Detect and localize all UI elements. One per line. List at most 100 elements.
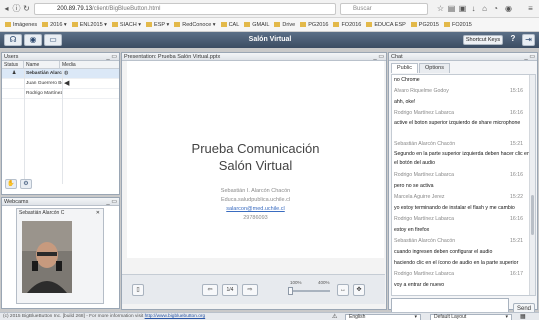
bookmark-item[interactable]: SIACH ▾ xyxy=(111,18,141,31)
next-slide-button[interactable]: ⇨ xyxy=(242,284,258,296)
slide-email-link[interactable]: salarcon@med.uchile.cl xyxy=(127,206,384,212)
chat-sender: Rodrigo Martínez Labarca 16:17 xyxy=(392,269,535,280)
bookmark-item[interactable]: CAL xyxy=(220,18,240,31)
presentation-panel: Presentation: Prueba Salón Virtual.pptx … xyxy=(121,52,387,310)
audio-icon[interactable]: ☊ xyxy=(4,34,22,46)
bookmark-label: PG2015 xyxy=(418,22,439,28)
bookmark-item[interactable]: FO2016 xyxy=(333,18,361,31)
extension-icon[interactable]: ◉ xyxy=(504,4,513,13)
presentation-title: Presentation: Prueba Salón Virtual.pptx … xyxy=(122,53,386,61)
chevron-down-icon: ▾ xyxy=(414,314,417,320)
lock-icon[interactable]: ▣ xyxy=(458,4,467,13)
shortcut-keys-button[interactable]: Shortcut Keys xyxy=(463,35,503,45)
address-bar[interactable]: 200.89.79.13/client/BigBlueButton.html xyxy=(34,3,336,15)
star-icon[interactable]: ☆ xyxy=(436,4,445,13)
chat-message: haciendo clic en el ícono de audio en la… xyxy=(394,260,519,266)
info-icon[interactable]: ⓘ xyxy=(12,4,21,13)
copyright-label: (c) 2015 BigBlueButton Inc. [build 268] … xyxy=(3,314,144,319)
bookmark-item[interactable]: Drive xyxy=(274,18,295,31)
layout-select[interactable]: Default Layout ▾ xyxy=(430,314,512,320)
desktop-share-icon[interactable]: ▭ xyxy=(44,34,62,46)
bookmark-item[interactable]: FO2015 xyxy=(443,18,472,31)
users-table-header: Status Name Media xyxy=(2,61,119,69)
chat-sender-name: Marcela Aguirre Jerez xyxy=(394,194,445,200)
bookmark-item[interactable]: Imágenes xyxy=(5,18,37,31)
language-select[interactable]: English ▾ xyxy=(345,314,421,320)
bookmark-item[interactable]: ENL2015 ▾ xyxy=(71,18,107,31)
menu-icon[interactable]: ≡ xyxy=(526,4,535,13)
bookmark-item[interactable]: RedConoce ▾ xyxy=(174,18,216,31)
help-button[interactable]: ? xyxy=(507,34,519,46)
bookmark-item[interactable]: ESP ▾ xyxy=(146,18,169,31)
bookmark-item[interactable]: PG2015 xyxy=(410,18,439,31)
presentation-toolbar: ▯ ⇦ 1/4 ⇨ 100% 400% ↔ ✥ xyxy=(122,274,385,304)
col-name[interactable]: Name xyxy=(24,61,60,68)
logout-icon[interactable]: ⇥ xyxy=(522,34,535,46)
chat-message: voy a entrar de nuevo xyxy=(394,282,445,288)
gear-icon xyxy=(5,22,11,27)
webcams-title-text: Webcams xyxy=(4,199,29,205)
upload-icon[interactable]: ▯ xyxy=(132,284,144,296)
zoom-slider[interactable] xyxy=(288,287,330,295)
settings-icon[interactable]: ⚙ xyxy=(20,179,32,189)
chat-timestamp: 16:16 xyxy=(510,216,523,222)
user-name: Sebastián Alarcón C xyxy=(26,71,62,76)
reload-icon[interactable]: ↻ xyxy=(22,4,31,13)
webcams-panel: Webcams _ ▭ Sebastián Alarcón C ✕ xyxy=(1,197,120,309)
minimize-icon[interactable]: _ ▭ xyxy=(106,198,117,206)
prev-slide-button[interactable]: ⇦ xyxy=(202,284,218,296)
bookmark-label: CAL xyxy=(228,22,240,28)
zoom-slider-handle[interactable] xyxy=(288,287,293,295)
tab-options[interactable]: Options xyxy=(418,63,450,73)
pocket-icon[interactable]: ◔ xyxy=(491,4,500,13)
chat-message: Segundo en la parte superior izquierda d… xyxy=(394,151,530,166)
bookmark-item[interactable]: GMAIL xyxy=(244,18,269,31)
col-media[interactable]: Media xyxy=(60,61,90,68)
download-icon[interactable]: ↓ xyxy=(469,4,478,13)
chat-timestamp: 15:21 xyxy=(510,141,523,147)
col-status[interactable]: Status xyxy=(2,61,24,68)
bbb-link[interactable]: http://www.bigbluebutton.org xyxy=(145,314,206,319)
minimize-icon[interactable]: _ ▭ xyxy=(106,53,117,61)
fit-width-icon[interactable]: ↔ xyxy=(337,284,349,296)
bookmark-item[interactable]: PG2016 xyxy=(300,18,328,31)
table-row[interactable]: ♟ Sebastián Alarcón C ◍ xyxy=(2,69,119,79)
minimize-icon[interactable]: _ ▭ xyxy=(524,53,535,61)
webcam-window: Sebastián Alarcón C ✕ xyxy=(16,208,104,304)
users-title: Users _ ▭ xyxy=(2,53,119,61)
chat-sender-name: Alvaro Riquelme Godoy xyxy=(394,88,449,94)
chat-message: yo estoy terminando de instalar el flash… xyxy=(394,205,515,211)
home-icon[interactable]: ⌂ xyxy=(480,4,489,13)
copyright-text: (c) 2015 BigBlueButton Inc. [build 268] … xyxy=(3,313,205,320)
bookmark-item[interactable]: 2016 ▾ xyxy=(42,18,67,31)
raise-hand-icon[interactable]: ✋ xyxy=(5,179,17,189)
tab-public[interactable]: Public xyxy=(391,63,418,73)
fit-page-icon[interactable]: ✥ xyxy=(353,284,365,296)
search-input[interactable]: Buscar xyxy=(340,3,428,15)
bookmark-icon xyxy=(333,22,340,27)
chat-scrollbar[interactable] xyxy=(529,75,535,295)
library-icon[interactable]: ▤ xyxy=(447,4,456,13)
chevron-down-icon: ▾ xyxy=(505,314,508,320)
page-indicator[interactable]: 1/4 xyxy=(222,284,238,296)
warning-icon[interactable]: ⚠ xyxy=(332,313,337,320)
chat-sender-name: Rodrigo Martínez Labarca xyxy=(394,271,454,277)
chat-timestamp: 15:22 xyxy=(510,194,523,200)
slide-title-1: Prueba Comunicación xyxy=(191,141,320,156)
close-icon[interactable]: ✕ xyxy=(96,210,100,216)
chat-message: ahh, oke! xyxy=(394,99,416,105)
chat-sender-name: Rodrigo Martínez Labarca xyxy=(394,172,454,178)
back-icon[interactable]: ◂ xyxy=(2,4,11,13)
table-row[interactable]: Rodrigo Martínez Lab xyxy=(2,89,119,99)
bookmark-item[interactable]: EDUCA ESP xyxy=(366,18,406,31)
minimize-icon[interactable]: _ ▭ xyxy=(373,53,384,61)
folder-icon xyxy=(71,22,78,27)
apply-layout-icon[interactable]: ▦ xyxy=(520,313,526,320)
chat-title-text: Chat xyxy=(391,54,403,60)
bookmark-label: ENL2015 ▾ xyxy=(79,22,107,28)
table-row[interactable]: Juan Guerrero Bonne ◀ xyxy=(2,79,119,89)
user-name: Rodrigo Martínez Lab xyxy=(26,91,62,96)
folder-icon xyxy=(146,22,153,27)
chat-sender: Rodrigo Martínez Labarca 16:16 xyxy=(392,108,535,119)
webcam-icon[interactable]: ◉ xyxy=(24,34,42,46)
